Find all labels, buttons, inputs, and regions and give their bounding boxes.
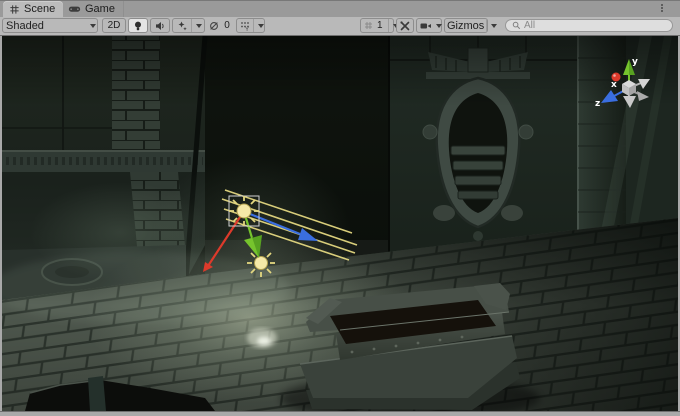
scene-view-window: Scene Game Shaded 2D: [0, 0, 680, 416]
lightbulb-icon: [132, 20, 144, 32]
gamepad-icon: [68, 4, 81, 14]
effects-dropdown-button[interactable]: [172, 18, 205, 33]
chevron-down-icon: [491, 24, 497, 28]
grid-dots-icon: Y: [240, 20, 250, 31]
gizmos-chevron[interactable]: [486, 19, 501, 32]
snap-grid-icon: [364, 21, 373, 30]
gizmos-label: Gizmos: [445, 20, 486, 32]
speaker-icon: [154, 20, 166, 32]
tab-scene-label: Scene: [24, 3, 55, 15]
axis-y-label: y: [632, 57, 638, 67]
scene-search-field[interactable]: [505, 19, 673, 32]
shading-mode-label: Shaded: [3, 20, 89, 32]
gizmos-dropdown[interactable]: Gizmos: [444, 18, 488, 33]
component-tools-button[interactable]: [396, 18, 414, 33]
tab-bar: Scene Game: [0, 0, 680, 17]
grid-visibility-dropdown[interactable]: Y: [236, 18, 265, 33]
tab-game[interactable]: Game: [62, 1, 124, 17]
scene-grid-icon: [9, 4, 20, 15]
search-icon: [512, 21, 521, 30]
snap-value: 1: [375, 20, 385, 31]
hidden-eye-icon: [208, 20, 220, 32]
2d-toggle-button[interactable]: 2D: [102, 18, 126, 33]
tools-icon: [399, 20, 411, 32]
directional-light-gizmo[interactable]: [229, 196, 259, 226]
bottom-frame: [0, 411, 680, 416]
search-input[interactable]: [524, 20, 666, 31]
2d-label: 2D: [108, 20, 121, 31]
effects-stars-icon: [176, 20, 188, 32]
scene-visibility-toggle[interactable]: 0: [206, 18, 234, 33]
scene-viewport[interactable]: y x z: [2, 36, 678, 411]
axis-x-label: x: [611, 80, 617, 90]
camera-icon: [420, 21, 432, 31]
effects-chevron[interactable]: [191, 19, 206, 32]
vignette: [2, 36, 678, 106]
scene-toolbar: Shaded 2D: [0, 17, 680, 36]
axis-z-label: z: [595, 99, 600, 109]
scene-audio-toggle[interactable]: [150, 18, 170, 33]
scene-lighting-toggle[interactable]: [128, 18, 148, 33]
chevron-down-icon: [196, 24, 202, 28]
specular-highlight: [247, 328, 277, 348]
grid-axis-letter: Y: [244, 27, 249, 31]
chevron-down-icon: [258, 24, 264, 28]
more-menu-icon[interactable]: [657, 3, 667, 15]
shading-mode-dropdown[interactable]: Shaded: [2, 18, 98, 33]
tab-game-label: Game: [85, 3, 115, 15]
hidden-objects-count: 0: [222, 20, 232, 31]
tab-scene[interactable]: Scene: [3, 1, 63, 17]
chevron-down-icon: [436, 24, 442, 28]
chevron-down-icon: [90, 24, 96, 28]
grid-chevron[interactable]: [253, 19, 268, 32]
snap-increment-dropdown[interactable]: 1: [360, 18, 394, 33]
camera-dropdown-button[interactable]: [416, 18, 442, 33]
